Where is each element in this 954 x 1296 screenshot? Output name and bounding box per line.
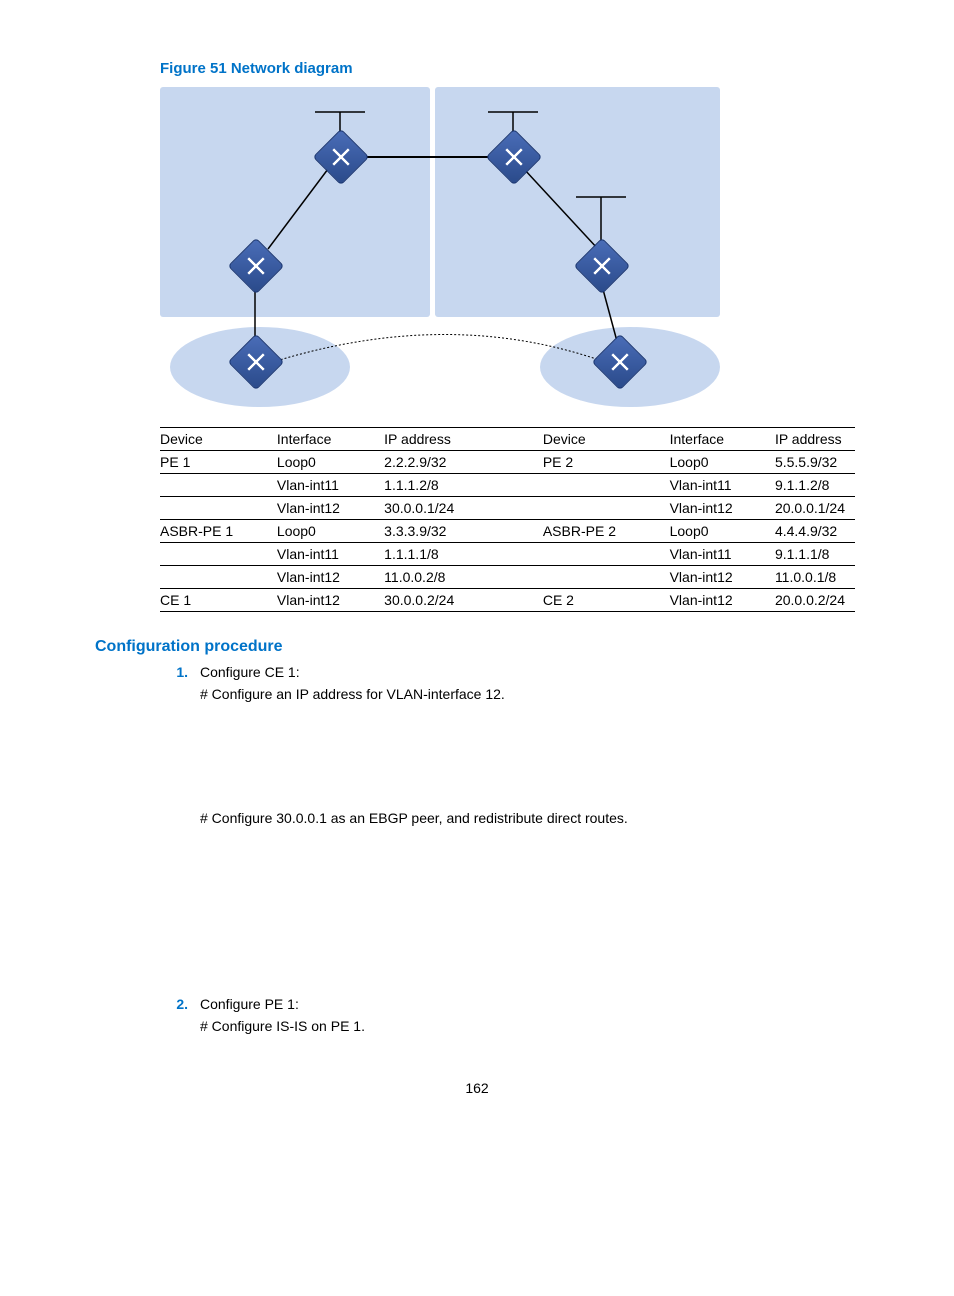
table-cell: 30.0.0.1/24 <box>384 497 543 520</box>
step-body: Configure PE 1: # Configure IS-IS on PE … <box>200 996 859 1040</box>
table-cell: Vlan-int12 <box>277 566 384 589</box>
steps-container: 1. Configure CE 1: # Configure an IP add… <box>160 664 859 1040</box>
table-row: Vlan-int12 11.0.0.2/8 Vlan-int12 11.0.0.… <box>160 566 855 589</box>
table-cell: Vlan-int11 <box>670 543 775 566</box>
step-line: # Configure an IP address for VLAN-inter… <box>200 686 859 702</box>
network-diagram-container <box>160 87 859 417</box>
table-cell <box>543 497 670 520</box>
network-diagram <box>160 87 720 417</box>
table-cell <box>160 566 277 589</box>
table-cell: Vlan-int12 <box>277 589 384 612</box>
table-cell: 11.0.0.2/8 <box>384 566 543 589</box>
step-title: Configure CE 1: <box>200 664 859 680</box>
table-cell: 3.3.3.9/32 <box>384 520 543 543</box>
table-header: IP address <box>775 428 855 451</box>
table-cell: Vlan-int12 <box>670 497 775 520</box>
section-heading: Configuration procedure <box>95 638 859 656</box>
table-cell: 5.5.5.9/32 <box>775 451 855 474</box>
table-cell: Vlan-int11 <box>670 474 775 497</box>
step-line: # Configure 30.0.0.1 as an EBGP peer, an… <box>200 810 859 826</box>
step-number: 2. <box>160 996 200 1040</box>
table-cell: ASBR-PE 2 <box>543 520 670 543</box>
table-cell: CE 2 <box>543 589 670 612</box>
table-cell: ASBR-PE 1 <box>160 520 277 543</box>
table-cell: Vlan-int12 <box>670 566 775 589</box>
figure-title: Figure 51 Network diagram <box>160 60 859 77</box>
table-row: ASBR-PE 1 Loop0 3.3.3.9/32 ASBR-PE 2 Loo… <box>160 520 855 543</box>
table-header: Interface <box>670 428 775 451</box>
step-item: 2. Configure PE 1: # Configure IS-IS on … <box>160 996 859 1040</box>
table-cell: Loop0 <box>670 451 775 474</box>
table-cell <box>160 474 277 497</box>
table-cell: Vlan-int11 <box>277 474 384 497</box>
table-cell: 30.0.0.2/24 <box>384 589 543 612</box>
address-table: Device Interface IP address Device Inter… <box>160 427 855 612</box>
table-cell: Loop0 <box>277 520 384 543</box>
table-header: Device <box>160 428 277 451</box>
table-row: Vlan-int11 1.1.1.1/8 Vlan-int11 9.1.1.1/… <box>160 543 855 566</box>
table-header: Interface <box>277 428 384 451</box>
document-page: Figure 51 Network diagram <box>0 0 954 1136</box>
step-line: # Configure IS-IS on PE 1. <box>200 1018 859 1034</box>
table-cell: PE 2 <box>543 451 670 474</box>
table-cell: 4.4.4.9/32 <box>775 520 855 543</box>
table-cell <box>160 543 277 566</box>
table-cell <box>543 543 670 566</box>
table-cell: PE 1 <box>160 451 277 474</box>
table-header-row: Device Interface IP address Device Inter… <box>160 428 855 451</box>
table-cell: Vlan-int12 <box>670 589 775 612</box>
step-item: 1. Configure CE 1: # Configure an IP add… <box>160 664 859 992</box>
table-cell <box>160 497 277 520</box>
table-cell: 11.0.0.1/8 <box>775 566 855 589</box>
table-cell: Vlan-int11 <box>277 543 384 566</box>
table-row: Vlan-int12 30.0.0.1/24 Vlan-int12 20.0.0… <box>160 497 855 520</box>
table-row: CE 1 Vlan-int12 30.0.0.2/24 CE 2 Vlan-in… <box>160 589 855 612</box>
table-cell: Loop0 <box>277 451 384 474</box>
table-row: PE 1 Loop0 2.2.2.9/32 PE 2 Loop0 5.5.5.9… <box>160 451 855 474</box>
table-row: Vlan-int11 1.1.1.2/8 Vlan-int11 9.1.1.2/… <box>160 474 855 497</box>
table-cell: 20.0.0.2/24 <box>775 589 855 612</box>
table-cell <box>543 566 670 589</box>
table-cell: Vlan-int12 <box>277 497 384 520</box>
step-title: Configure PE 1: <box>200 996 859 1012</box>
table-cell: 20.0.0.1/24 <box>775 497 855 520</box>
address-table-container: Device Interface IP address Device Inter… <box>160 427 859 612</box>
table-cell: CE 1 <box>160 589 277 612</box>
table-header: IP address <box>384 428 543 451</box>
page-number: 162 <box>95 1080 859 1096</box>
table-cell: 1.1.1.1/8 <box>384 543 543 566</box>
spacer <box>200 708 859 810</box>
table-header: Device <box>543 428 670 451</box>
step-body: Configure CE 1: # Configure an IP addres… <box>200 664 859 992</box>
table-cell <box>543 474 670 497</box>
table-cell: 9.1.1.1/8 <box>775 543 855 566</box>
step-number: 1. <box>160 664 200 992</box>
table-cell: 2.2.2.9/32 <box>384 451 543 474</box>
spacer <box>200 832 859 992</box>
table-cell: Loop0 <box>670 520 775 543</box>
table-cell: 1.1.1.2/8 <box>384 474 543 497</box>
table-cell: 9.1.1.2/8 <box>775 474 855 497</box>
